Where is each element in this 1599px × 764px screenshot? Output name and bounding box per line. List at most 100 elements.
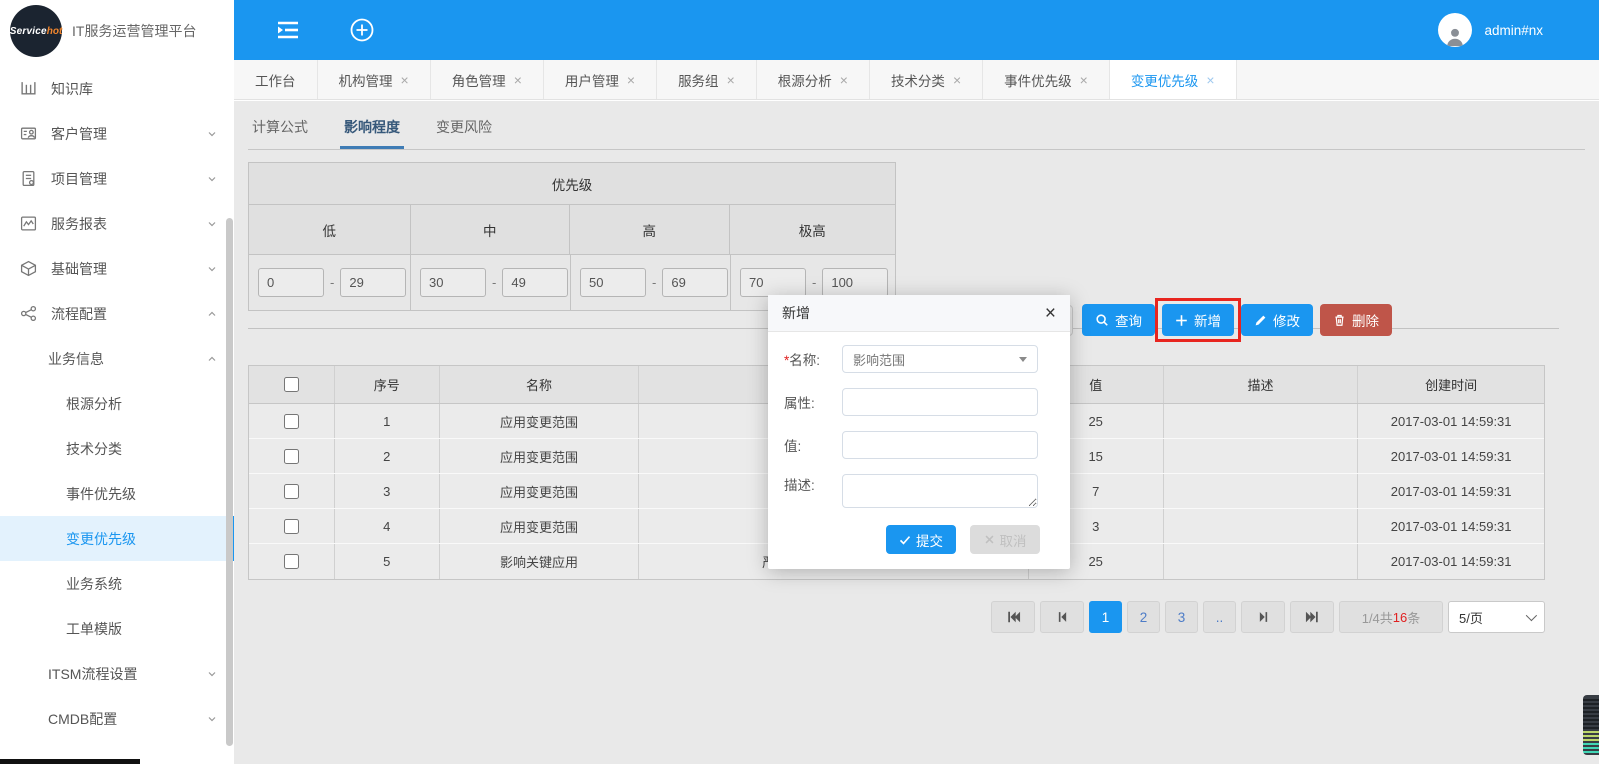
- cancel-button[interactable]: 取消: [970, 525, 1040, 554]
- close-icon[interactable]: ×: [627, 72, 635, 88]
- sidebar-item-label: 技术分类: [66, 439, 122, 459]
- dialog-close-icon[interactable]: ×: [1045, 304, 1056, 323]
- high-min-input[interactable]: [580, 268, 646, 297]
- low-min-input[interactable]: [258, 268, 324, 297]
- last-page-button[interactable]: [1290, 601, 1334, 633]
- medium-min-input[interactable]: [420, 268, 486, 297]
- sidebar-item-project-mgmt[interactable]: 项目管理: [0, 156, 234, 201]
- tab-role-mgmt[interactable]: 角色管理 ×: [431, 60, 544, 99]
- prev-page-button[interactable]: [1040, 601, 1084, 633]
- low-max-input[interactable]: [340, 268, 406, 297]
- value-input[interactable]: [842, 431, 1038, 459]
- page-count-suffix: 条: [1407, 608, 1420, 627]
- tab-root-cause[interactable]: 根源分析 ×: [757, 60, 870, 99]
- sidebar-item-process-config[interactable]: 流程配置: [0, 291, 234, 336]
- sidebar-item-cmdb-config[interactable]: CMDB配置: [0, 696, 234, 741]
- page-button-2[interactable]: 2: [1127, 601, 1160, 633]
- sidebar-scrollbar[interactable]: [226, 218, 233, 746]
- row-checkbox[interactable]: [284, 554, 299, 569]
- sidebar-item-base-mgmt[interactable]: 基础管理: [0, 246, 234, 291]
- tab-label: 用户管理: [565, 70, 619, 90]
- subtab-impact-degree[interactable]: 影响程度: [340, 111, 404, 149]
- close-icon[interactable]: ×: [1206, 72, 1214, 88]
- tab-label: 根源分析: [778, 70, 832, 90]
- cell-created: 2017-03-01 14:59:31: [1358, 439, 1544, 473]
- cell-name: 应用变更范围: [440, 404, 640, 438]
- desc-textarea[interactable]: [842, 474, 1038, 508]
- tab-incident-priority[interactable]: 事件优先级 ×: [983, 60, 1110, 99]
- cell-desc: [1164, 544, 1359, 579]
- sidebar-item-itsm-flow-settings[interactable]: ITSM流程设置: [0, 651, 234, 696]
- add-button[interactable]: 新增: [1162, 304, 1234, 336]
- sidebar-item-business-info[interactable]: 业务信息: [0, 336, 234, 381]
- row-checkbox[interactable]: [284, 449, 299, 464]
- critical-min-input[interactable]: [740, 268, 806, 297]
- sidebar: Servicehot IT服务运营管理平台 知识库 客户管理: [0, 0, 234, 764]
- sidebar-item-label: 业务系统: [66, 574, 122, 594]
- page-button-1[interactable]: 1: [1089, 601, 1122, 633]
- tab-label: 机构管理: [339, 70, 393, 90]
- dialog-title: 新增: [782, 303, 810, 323]
- sidebar-item-change-priority[interactable]: 变更优先级: [0, 516, 234, 561]
- first-page-button[interactable]: [991, 601, 1035, 633]
- close-icon[interactable]: ×: [840, 72, 848, 88]
- add-tab-icon[interactable]: [349, 17, 375, 43]
- attr-input[interactable]: [842, 388, 1038, 416]
- name-select[interactable]: 影响范围: [842, 345, 1038, 373]
- cell-name: 影响关键应用: [440, 544, 640, 579]
- medium-max-input[interactable]: [502, 268, 568, 297]
- tab-tech-category[interactable]: 技术分类 ×: [870, 60, 983, 99]
- edit-button-label: 修改: [1273, 310, 1300, 330]
- tab-service-group[interactable]: 服务组 ×: [657, 60, 757, 99]
- close-icon[interactable]: ×: [1080, 72, 1088, 88]
- sidebar-item-business-system[interactable]: 业务系统: [0, 561, 234, 606]
- field-row-name: *名称: 影响范围: [784, 345, 1054, 373]
- sidebar-item-knowledge-base[interactable]: 知识库: [0, 66, 234, 111]
- query-button-label: 查询: [1115, 310, 1142, 330]
- row-checkbox[interactable]: [284, 484, 299, 499]
- cell-created: 2017-03-01 14:59:31: [1358, 404, 1544, 438]
- range-cell-medium: -: [411, 255, 571, 310]
- avatar: [1438, 13, 1472, 47]
- submit-button[interactable]: 提交: [886, 525, 956, 554]
- desc-field-label: 描述:: [784, 474, 842, 494]
- close-icon[interactable]: ×: [401, 72, 409, 88]
- customer-icon: [20, 125, 38, 143]
- sidebar-item-root-cause[interactable]: 根源分析: [0, 381, 234, 426]
- subtab-change-risk[interactable]: 变更风险: [432, 111, 496, 149]
- page-size-select[interactable]: 5/页: [1448, 601, 1545, 633]
- subtab-calc-formula[interactable]: 计算公式: [248, 111, 312, 149]
- query-button[interactable]: 查询: [1082, 304, 1155, 336]
- tab-org-mgmt[interactable]: 机构管理 ×: [318, 60, 431, 99]
- sidebar-item-tech-category[interactable]: 技术分类: [0, 426, 234, 471]
- tab-label: 服务组: [678, 70, 719, 90]
- name-select-value: 影响范围: [853, 350, 905, 369]
- tab-workbench[interactable]: 工作台: [234, 60, 318, 99]
- close-icon[interactable]: ×: [953, 72, 961, 88]
- delete-button[interactable]: 删除: [1320, 304, 1392, 336]
- edit-button[interactable]: 修改: [1241, 304, 1313, 336]
- app-title: IT服务运营管理平台: [72, 21, 196, 41]
- user-menu[interactable]: admin#nx: [1438, 13, 1543, 47]
- close-icon[interactable]: ×: [727, 72, 735, 88]
- critical-max-input[interactable]: [822, 268, 888, 297]
- project-icon: [20, 170, 38, 188]
- chart-icon: [20, 215, 38, 233]
- sidebar-item-service-report[interactable]: 服务报表: [0, 201, 234, 246]
- tab-user-mgmt[interactable]: 用户管理 ×: [544, 60, 657, 99]
- high-max-input[interactable]: [662, 268, 728, 297]
- range-separator: -: [330, 275, 334, 290]
- close-icon[interactable]: ×: [514, 72, 522, 88]
- sidebar-item-ticket-template[interactable]: 工单模版: [0, 606, 234, 651]
- sidebar-item-incident-priority[interactable]: 事件优先级: [0, 471, 234, 516]
- row-checkbox[interactable]: [284, 414, 299, 429]
- next-page-button[interactable]: [1241, 601, 1285, 633]
- page-ellipsis[interactable]: ..: [1203, 601, 1236, 633]
- tab-change-priority[interactable]: 变更优先级 ×: [1110, 60, 1237, 99]
- sidebar-item-customer-mgmt[interactable]: 客户管理: [0, 111, 234, 156]
- collapse-menu-icon[interactable]: [275, 19, 301, 41]
- page-button-3[interactable]: 3: [1165, 601, 1198, 633]
- range-separator: -: [492, 275, 496, 290]
- select-all-checkbox[interactable]: [284, 377, 299, 392]
- row-checkbox[interactable]: [284, 519, 299, 534]
